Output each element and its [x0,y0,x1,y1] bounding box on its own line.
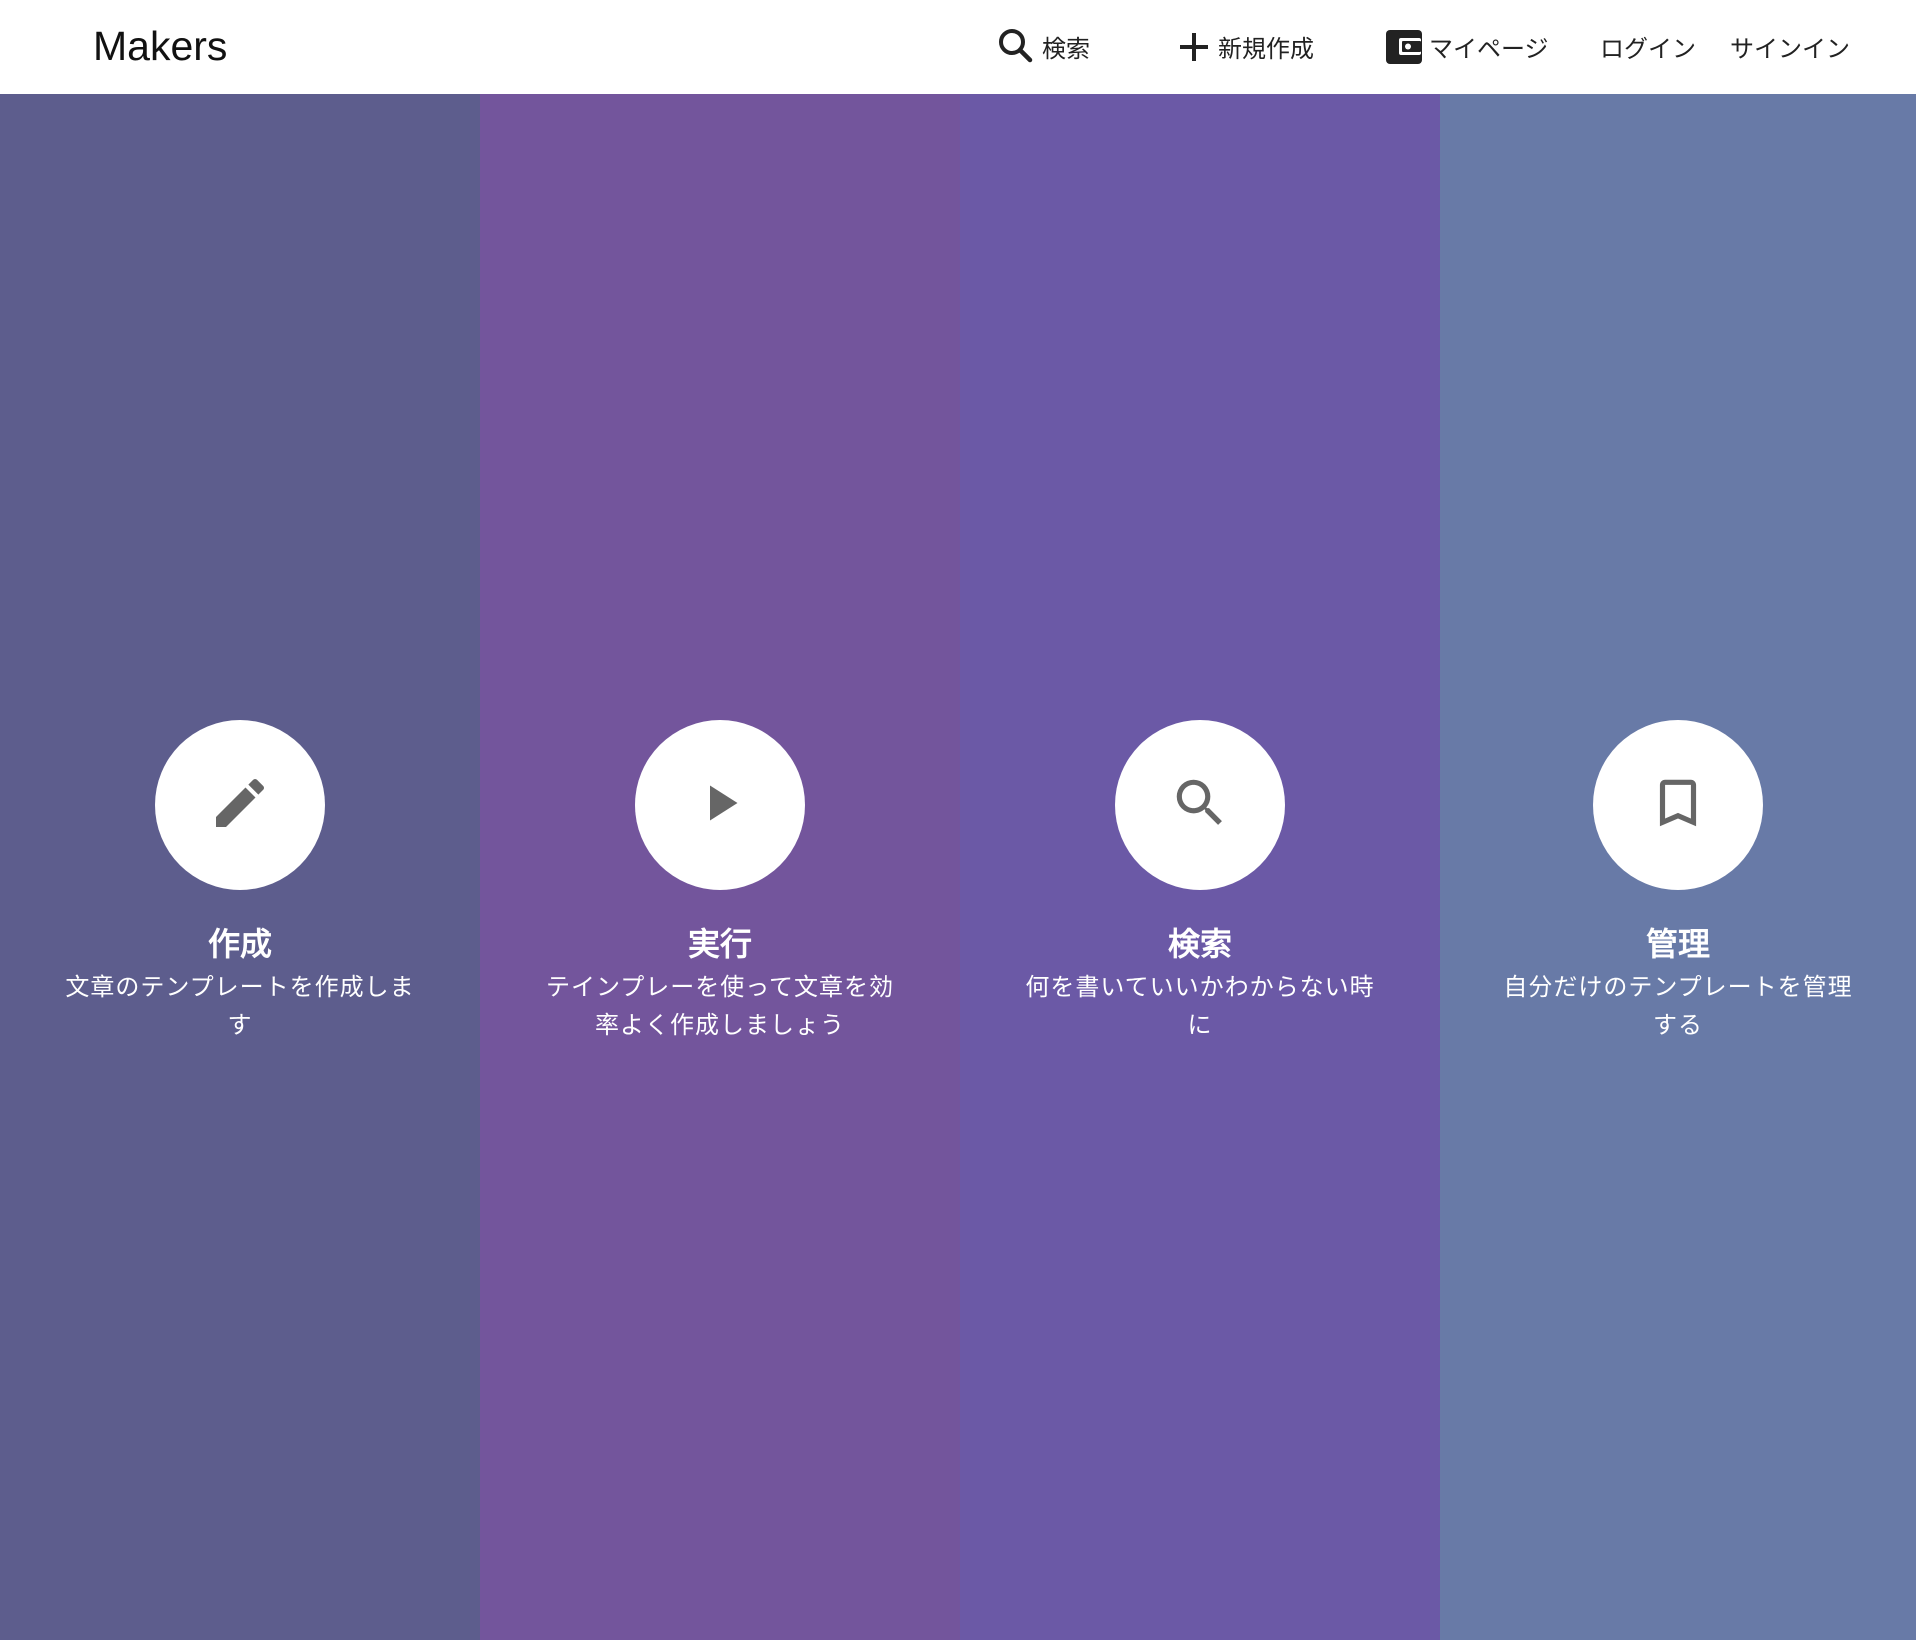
feature-description: 何を書いていいかわからない時に [1025,973,1375,1039]
feature-column-create: 作成 文章のテンプレートを作成します [0,94,480,1640]
search-icon [1169,772,1231,838]
pencil-icon [208,771,272,839]
wallet-icon [1385,27,1429,65]
feature-title: 管理 [1645,925,1710,963]
feature-create: 作成 文章のテンプレートを作成します [0,720,480,1044]
brand-logo[interactable]: Makers [93,22,227,70]
nav-search-label: 検索 [1042,34,1090,63]
search-icon [996,26,1042,66]
feature-search: 検索 何を書いていいかわからない時に [960,720,1440,1044]
feature-description: 自分だけのテンプレートを管理する [1503,973,1853,1039]
feature-run: 実行 テインプレーを使って文章を効率よく作成しましょう [480,720,960,1044]
nav-mypage-label: マイページ [1429,34,1549,63]
create-button[interactable] [155,720,325,890]
feature-title: 作成 [207,925,272,963]
feature-column-run: 実行 テインプレーを使って文章を効率よく作成しましょう [480,94,960,1640]
nav-signin-link[interactable]: サインイン [1730,24,1850,68]
feature-title: 実行 [687,925,752,963]
play-icon [690,773,750,837]
feature-manage: 管理 自分だけのテンプレートを管理する [1440,720,1916,1044]
nav-search-link[interactable]: 検索 [996,24,1090,68]
run-button[interactable] [635,720,805,890]
nav-login-link[interactable]: ログイン [1600,24,1696,68]
plus-icon [1176,28,1218,64]
nav-mypage-link[interactable]: マイページ [1385,24,1549,68]
feature-column-search: 検索 何を書いていいかわからない時に [960,94,1440,1640]
nav-new-link[interactable]: 新規作成 [1176,24,1314,68]
bookmark-icon [1647,772,1709,838]
feature-title: 検索 [1167,925,1232,963]
feature-description: 文章のテンプレートを作成します [65,973,415,1039]
manage-button[interactable] [1593,720,1763,890]
feature-column-manage: 管理 自分だけのテンプレートを管理する [1440,94,1916,1640]
feature-description: テインプレーを使って文章を効率よく作成しましょう [545,973,895,1039]
search-button[interactable] [1115,720,1285,890]
nav-new-label: 新規作成 [1218,34,1314,63]
top-navbar: Makers 検索 新規作成 マイページ ログイン サインイン [0,0,1916,94]
feature-columns: 作成 文章のテンプレートを作成します 実行 テインプレーを使って文章を効率よく作… [0,94,1916,1640]
